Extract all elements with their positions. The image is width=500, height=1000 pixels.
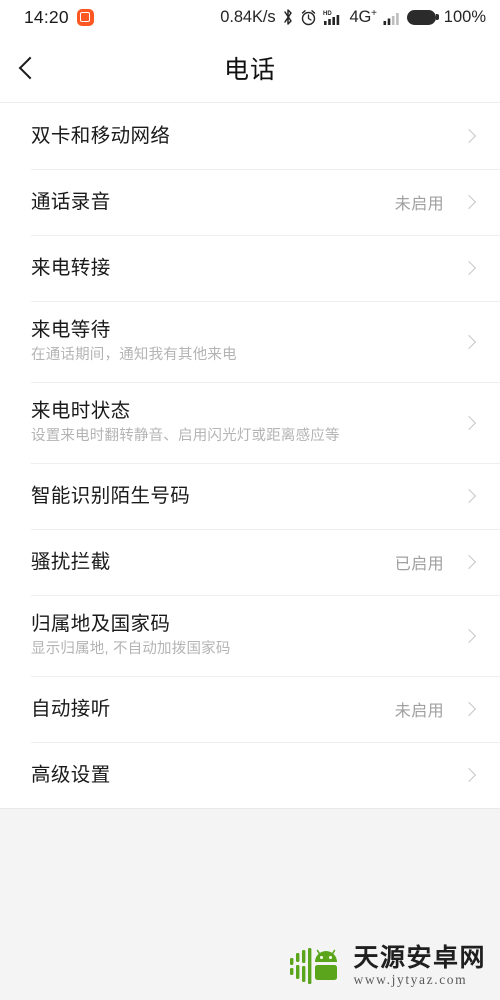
list-item-value: 未启用 [394, 196, 444, 213]
chevron-right-icon [461, 128, 477, 144]
network-type-text: 4G [349, 7, 372, 26]
watermark-site-url: www.jytyaz.com [353, 971, 468, 987]
network-type-plus: + [371, 7, 377, 19]
chevron-right-icon [461, 701, 477, 717]
alarm-clock-icon [300, 9, 317, 26]
row-texts: 骚扰拦截 [31, 551, 395, 573]
chevron-right-icon [461, 488, 477, 504]
list-item-auto-answer[interactable]: 自动接听 未启用 [0, 676, 500, 742]
row-texts: 归属地及国家码 显示归属地, 不自动加拨国家码 [31, 613, 464, 658]
status-bar-right: 0.84K/s HD 4G + 100% [220, 8, 486, 27]
chevron-right-icon [461, 415, 477, 430]
list-item-call-forwarding[interactable]: 来电转接 [0, 235, 500, 301]
row-texts: 来电等待 在通话期间，通知我有其他来电 [31, 319, 464, 364]
list-item-title: 来电等待 [31, 318, 111, 341]
network-type-label: 4G + [350, 8, 377, 27]
list-item-call-waiting[interactable]: 来电等待 在通话期间，通知我有其他来电 [0, 301, 500, 382]
status-bar: 14:20 0.84K/s HD 4G + 100% [0, 0, 500, 34]
row-texts: 双卡和移动网络 [31, 125, 464, 147]
list-item-incoming-call-state[interactable]: 来电时状态 设置来电时翻转静音、启用闪光灯或距离感应等 [0, 382, 500, 463]
list-item-advanced-settings[interactable]: 高级设置 [0, 742, 500, 808]
status-bar-left: 14:20 [24, 7, 94, 28]
battery-full-icon [406, 9, 439, 25]
list-item-title: 高级设置 [31, 763, 111, 786]
orange-app-icon [76, 8, 94, 26]
network-speed-label: 0.84K/s [220, 7, 276, 26]
list-item-dual-sim-mobile-network[interactable]: 双卡和移动网络 [0, 103, 500, 169]
list-item-title: 来电时状态 [31, 399, 131, 422]
status-bar-clock: 14:20 [24, 6, 69, 27]
watermark-text: 天源安卓网 www.jytyaz.com [353, 943, 486, 987]
list-item-value: 已启用 [394, 556, 444, 573]
list-item-smart-unknown-number-id[interactable]: 智能识别陌生号码 [0, 463, 500, 529]
list-item-location-country-code[interactable]: 归属地及国家码 显示归属地, 不自动加拨国家码 [0, 595, 500, 676]
chevron-right-icon [461, 194, 477, 210]
list-item-subtitle: 在通话期间，通知我有其他来电 [31, 347, 237, 364]
settings-list: 双卡和移动网络 通话录音 未启用 来电转接 来电等待 在通话期间，通知我有其他来… [0, 103, 500, 809]
row-texts: 自动接听 [31, 698, 395, 720]
chevron-right-icon [461, 767, 477, 783]
list-item-title: 来电转接 [31, 256, 111, 279]
list-item-title: 通话录音 [31, 190, 111, 213]
list-item-subtitle: 显示归属地, 不自动加拨国家码 [31, 641, 231, 658]
bluetooth-icon [282, 8, 294, 26]
hd-volte-signal-icon: HD [323, 9, 344, 26]
row-texts: 通话录音 [31, 191, 395, 213]
back-chevron-icon [18, 56, 42, 80]
list-item-title: 骚扰拦截 [31, 550, 111, 573]
row-texts: 高级设置 [31, 764, 464, 786]
row-texts: 来电转接 [31, 257, 464, 279]
row-texts: 来电时状态 设置来电时翻转静音、启用闪光灯或距离感应等 [31, 400, 464, 445]
list-item-title: 双卡和移动网络 [31, 124, 171, 147]
list-item-title: 归属地及国家码 [31, 612, 171, 635]
list-item-call-recording[interactable]: 通话录音 未启用 [0, 169, 500, 235]
chevron-right-icon [461, 628, 477, 643]
list-item-title: 智能识别陌生号码 [31, 484, 191, 507]
battery-percent-label: 100% [443, 7, 486, 26]
chevron-right-icon [461, 260, 477, 276]
watermark-site-name: 天源安卓网 [353, 943, 486, 972]
page-title: 电话 [223, 56, 276, 84]
chevron-right-icon [461, 334, 477, 349]
list-item-harassment-blocking[interactable]: 骚扰拦截 已启用 [0, 529, 500, 595]
svg-text:HD: HD [323, 11, 332, 17]
back-button[interactable] [0, 34, 60, 103]
signal-bars-icon [383, 10, 401, 25]
row-texts: 智能识别陌生号码 [31, 485, 464, 507]
chevron-right-icon [461, 554, 477, 570]
title-bar: 电话 [0, 34, 500, 103]
list-item-title: 自动接听 [31, 697, 111, 720]
list-item-subtitle: 设置来电时翻转静音、启用闪光灯或距离感应等 [31, 428, 340, 445]
android-robot-logo-icon [288, 944, 344, 988]
list-item-value: 未启用 [394, 703, 444, 720]
site-watermark: 天源安卓网 www.jytyaz.com [288, 944, 486, 988]
